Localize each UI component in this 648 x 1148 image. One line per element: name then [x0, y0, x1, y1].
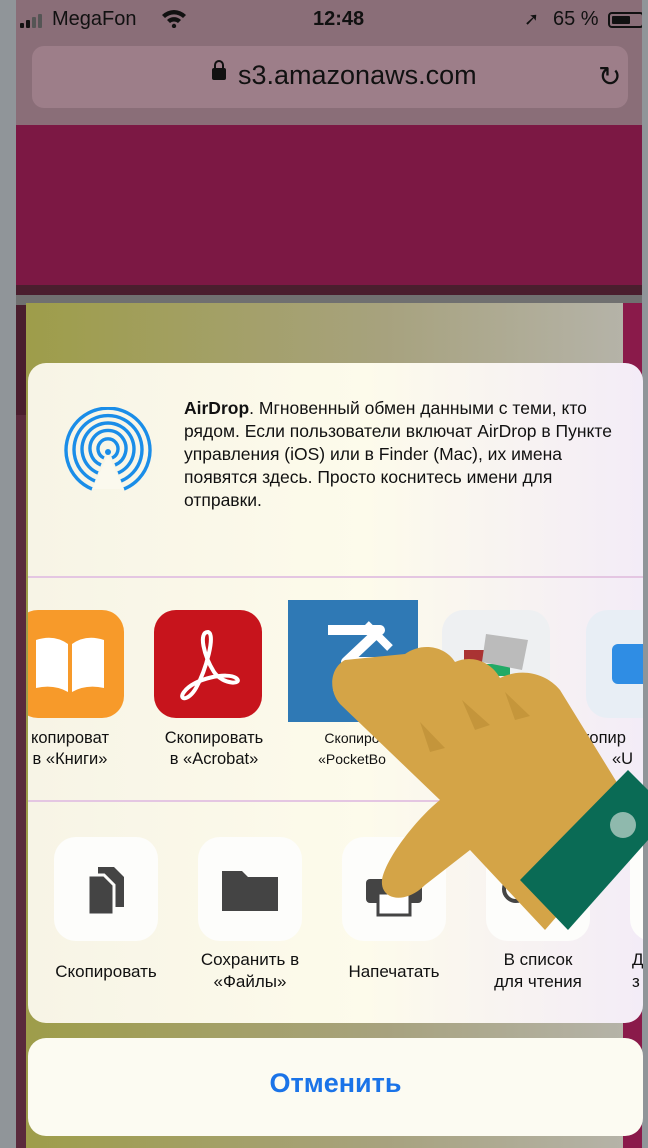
acrobat-app-icon[interactable] — [154, 610, 262, 718]
status-bar: MegaFon 12:48 ➚ 65 % — [16, 0, 648, 40]
divider — [28, 800, 643, 802]
signal-icon — [20, 14, 50, 28]
airdrop-title: AirDrop — [184, 398, 250, 418]
airdrop-body: . Мгновенный обмен данными с теми, кто р… — [184, 398, 612, 510]
save-to-files-button[interactable] — [198, 837, 302, 941]
copy-action-label: Скопировать — [55, 962, 157, 981]
print-button[interactable] — [342, 837, 446, 941]
location-arrow-icon: ➚ — [524, 9, 540, 29]
clock: 12:48 — [313, 8, 365, 30]
screenshot-border — [0, 0, 16, 1148]
reading-list-button[interactable] — [486, 837, 590, 941]
cancel-button[interactable]: Отменить — [28, 1038, 643, 1136]
pocketbook-app-icon[interactable] — [288, 600, 418, 722]
share-sheet: AirDrop. Мгновенный обмен данными с теми… — [28, 363, 643, 1023]
app-label: копир «U — [582, 729, 634, 768]
battery-icon — [608, 12, 644, 28]
wifi-icon — [162, 10, 186, 28]
airdrop-icon — [64, 407, 152, 491]
books-app-icon[interactable] — [28, 610, 124, 718]
url-text: s3.amazonaws.com — [238, 60, 477, 90]
address-bar[interactable]: s3.amazonaws.com ↻ — [32, 46, 628, 108]
actions-row: Скопировать Сохранить в «Файлы» Напечатат… — [28, 803, 643, 1023]
print-label: Напечатать — [348, 962, 440, 981]
battery-percent: 65 % — [553, 8, 599, 30]
more-action-label: Дз — [632, 950, 643, 991]
save-to-files-label: Сохранить в «Файлы» — [200, 950, 300, 991]
carrier-name: MegaFon — [52, 8, 137, 30]
app-icon[interactable] — [586, 610, 643, 718]
app-label: копироват в «Книги» — [30, 729, 110, 768]
reading-list-label: В список для чтения — [494, 950, 582, 991]
copy-action-button[interactable] — [54, 837, 158, 941]
browser-toolbar: s3.amazonaws.com ↻ — [16, 40, 642, 125]
app-label: Скопиро «PocketBo — [318, 730, 386, 767]
airdrop-description: AirDrop. Мгновенный обмен данными с теми… — [184, 397, 624, 512]
reload-icon[interactable]: ↻ — [598, 60, 621, 93]
apps-row: копироват в «Книги» Скопировать в «Acrobat… — [28, 578, 643, 800]
app-label: Скопировать в «Acrobat» — [164, 729, 264, 768]
library-app-icon[interactable] — [442, 610, 550, 718]
phone-screen: MegaFon 12:48 ➚ 65 % s3.amazonaws.com ↻ — [0, 0, 648, 1148]
lock-icon — [212, 60, 226, 80]
more-action-button[interactable] — [630, 837, 643, 941]
cancel-label: Отменить — [269, 1068, 402, 1098]
